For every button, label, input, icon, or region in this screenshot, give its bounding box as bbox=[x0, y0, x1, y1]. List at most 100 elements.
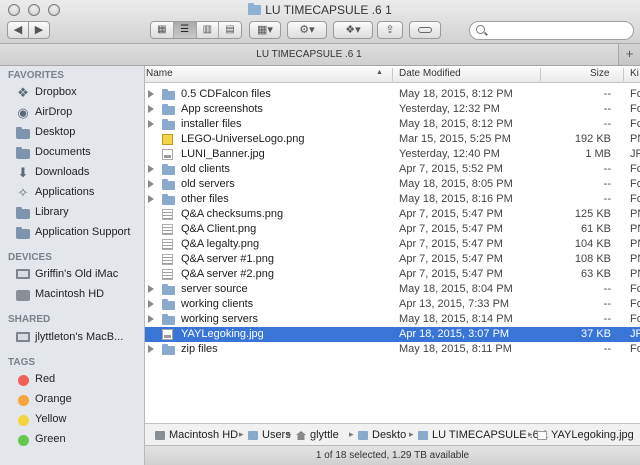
file-row[interactable]: LUNI_Banner.jpg Yesterday, 12:40 PM 1 MB JP bbox=[145, 147, 640, 162]
cover-flow-button[interactable]: ▤ bbox=[219, 22, 241, 38]
window-title: LU TIMECAPSULE .6 1 bbox=[0, 3, 640, 17]
edit-tags-button[interactable] bbox=[409, 21, 441, 39]
sidebar-tag-green[interactable]: Green bbox=[0, 430, 144, 450]
sidebar-item-dropbox[interactable]: ❖ Dropbox bbox=[0, 83, 144, 103]
file-size: 192 KB bbox=[574, 133, 611, 145]
sidebar-tag-red[interactable]: Red bbox=[0, 370, 144, 390]
sidebar-item-library[interactable]: Library bbox=[0, 203, 144, 223]
disclosure-triangle-icon[interactable] bbox=[148, 300, 154, 308]
file-row[interactable]: Q&A server #1.png Apr 7, 2015, 5:47 PM 108… bbox=[145, 252, 640, 267]
file-kind: PN bbox=[630, 133, 640, 145]
image-file-icon bbox=[537, 431, 547, 440]
arrange-button[interactable]: ▦▾ bbox=[249, 21, 281, 39]
path-crumb[interactable]: YAYLegoking.jpg bbox=[551, 429, 634, 441]
disclosure-triangle-icon[interactable] bbox=[148, 345, 154, 353]
view-mode-segmented-control: ▦ ☰ ▥ ▤ bbox=[150, 21, 242, 39]
image-file-icon bbox=[162, 269, 173, 280]
file-row[interactable]: 0.5 CDFalcon files May 18, 2015, 8:12 PM -… bbox=[145, 87, 640, 102]
column-view-button[interactable]: ▥ bbox=[196, 22, 220, 38]
window-title-text: LU TIMECAPSULE .6 1 bbox=[265, 3, 392, 17]
file-row[interactable]: Q&A server #2.png Apr 7, 2015, 5:47 PM 63 … bbox=[145, 267, 640, 282]
dropbox-menu-button[interactable]: ❖▾ bbox=[333, 21, 373, 39]
column-header-name[interactable]: Name bbox=[146, 68, 173, 79]
file-row[interactable]: zip files May 18, 2015, 8:11 PM -- Fo bbox=[145, 342, 640, 357]
column-divider[interactable] bbox=[540, 68, 541, 81]
file-row[interactable]: installer files May 18, 2015, 8:12 PM -- Fo bbox=[145, 117, 640, 132]
file-row[interactable]: YAYLegoking.jpg Apr 18, 2015, 3:07 PM 37 K… bbox=[145, 327, 640, 342]
column-header-date-modified[interactable]: Date Modified bbox=[399, 68, 461, 79]
file-row[interactable]: server source May 18, 2015, 8:04 PM -- Fo bbox=[145, 282, 640, 297]
tag-color-dot bbox=[18, 375, 29, 386]
disclosure-triangle-icon[interactable] bbox=[148, 315, 154, 323]
folder-icon bbox=[162, 344, 175, 355]
sidebar-item-label: Desktop bbox=[35, 126, 76, 138]
file-size: -- bbox=[603, 313, 611, 325]
disclosure-triangle-icon[interactable] bbox=[148, 180, 154, 188]
column-divider[interactable] bbox=[392, 68, 393, 81]
folder-icon bbox=[162, 314, 175, 325]
airdrop-icon: ◉ bbox=[17, 105, 29, 120]
file-row[interactable]: Q&A legalty.png Apr 7, 2015, 5:47 PM 104 K… bbox=[145, 237, 640, 252]
path-crumb[interactable]: Macintosh HD bbox=[169, 429, 238, 441]
sidebar-item-desktop[interactable]: Desktop bbox=[0, 123, 144, 143]
back-button[interactable]: ◀ bbox=[7, 21, 29, 39]
sidebar-item-application-support[interactable]: Application Support bbox=[0, 223, 144, 243]
forward-button[interactable]: ▶ bbox=[28, 21, 50, 39]
new-tab-button[interactable]: + bbox=[618, 44, 640, 65]
file-date-modified: Apr 7, 2015, 5:47 PM bbox=[399, 223, 503, 235]
sidebar-item-airdrop[interactable]: ◉ AirDrop bbox=[0, 103, 144, 123]
sidebar-item-downloads[interactable]: ⬇ Downloads bbox=[0, 163, 144, 183]
home-icon bbox=[296, 431, 306, 440]
icon-view-button[interactable]: ▦ bbox=[151, 22, 174, 38]
file-kind: PN bbox=[630, 238, 640, 250]
file-name: other files bbox=[181, 193, 229, 205]
file-row[interactable]: other files May 18, 2015, 8:16 PM -- Fo bbox=[145, 192, 640, 207]
column-header-size[interactable]: Size bbox=[590, 68, 609, 79]
list-view-button[interactable]: ☰ bbox=[173, 22, 197, 38]
sidebar-item-shared-macbook[interactable]: jlyttleton's MacB... bbox=[0, 328, 144, 348]
sidebar-item-applications[interactable]: ✧ Applications bbox=[0, 183, 144, 203]
column-divider[interactable] bbox=[623, 68, 624, 81]
sidebar-tag-yellow[interactable]: Yellow bbox=[0, 410, 144, 430]
folder-icon bbox=[418, 431, 428, 440]
sidebar-tag-orange[interactable]: Orange bbox=[0, 390, 144, 410]
sidebar-item-label: Library bbox=[35, 206, 69, 218]
file-row[interactable]: old clients Apr 7, 2015, 5:52 PM -- Fo bbox=[145, 162, 640, 177]
tab-title[interactable]: LU TIMECAPSULE .6 1 bbox=[0, 49, 618, 60]
path-separator-icon: ▸ bbox=[528, 429, 533, 439]
disclosure-triangle-icon[interactable] bbox=[148, 195, 154, 203]
file-row[interactable]: LEGO-UniverseLogo.png Mar 15, 2015, 5:25 … bbox=[145, 132, 640, 147]
folder-icon bbox=[162, 194, 175, 205]
disclosure-triangle-icon[interactable] bbox=[148, 165, 154, 173]
disclosure-triangle-icon[interactable] bbox=[148, 120, 154, 128]
disclosure-triangle-icon[interactable] bbox=[148, 105, 154, 113]
share-button[interactable]: ⇪ bbox=[377, 21, 403, 39]
disclosure-triangle-icon[interactable] bbox=[148, 285, 154, 293]
file-row[interactable]: old servers May 18, 2015, 8:05 PM -- Fo bbox=[145, 177, 640, 192]
file-row[interactable]: working servers May 18, 2015, 8:14 PM -- Fo bbox=[145, 312, 640, 327]
sidebar-item-label: Red bbox=[35, 373, 56, 385]
action-gear-button[interactable]: ⚙▾ bbox=[287, 21, 327, 39]
image-file-icon bbox=[162, 239, 173, 250]
sidebar-item-macintosh-hd[interactable]: Macintosh HD bbox=[0, 285, 144, 305]
disclosure-triangle-icon[interactable] bbox=[148, 90, 154, 98]
file-size: -- bbox=[603, 88, 611, 100]
sidebar-item-label: Applications bbox=[35, 186, 95, 198]
file-date-modified: Apr 7, 2015, 5:47 PM bbox=[399, 253, 503, 265]
sidebar-item-griffins-imac[interactable]: Griffin's Old iMac bbox=[0, 265, 144, 285]
path-crumb[interactable]: Deskto bbox=[372, 429, 406, 441]
file-date-modified: May 18, 2015, 8:12 PM bbox=[399, 118, 513, 130]
sidebar-item-label: Orange bbox=[35, 393, 72, 405]
file-size: -- bbox=[603, 118, 611, 130]
search-input[interactable] bbox=[488, 23, 628, 38]
file-row[interactable]: working clients Apr 13, 2015, 7:33 PM -- Fo bbox=[145, 297, 640, 312]
file-name: old servers bbox=[181, 178, 235, 190]
path-crumb[interactable]: glyttle bbox=[310, 429, 339, 441]
file-row[interactable]: Q&A Client.png Apr 7, 2015, 5:47 PM 61 KB P… bbox=[145, 222, 640, 237]
sidebar-item-documents[interactable]: Documents bbox=[0, 143, 144, 163]
search-field[interactable] bbox=[469, 21, 634, 40]
file-row[interactable]: App screenshots Yesterday, 12:32 PM -- Fo bbox=[145, 102, 640, 117]
column-header-kind[interactable]: Ki bbox=[630, 68, 639, 79]
folder-icon bbox=[162, 119, 175, 130]
file-row[interactable]: Q&A checksums.png Apr 7, 2015, 5:47 PM 125… bbox=[145, 207, 640, 222]
